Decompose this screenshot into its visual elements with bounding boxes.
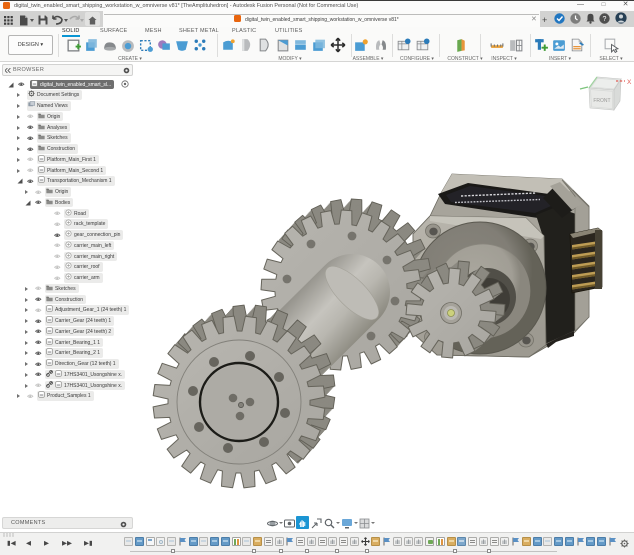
svg-text:FRONT: FRONT [593, 98, 610, 104]
svg-text:?: ? [603, 16, 607, 23]
svg-text:X: X [627, 79, 632, 86]
